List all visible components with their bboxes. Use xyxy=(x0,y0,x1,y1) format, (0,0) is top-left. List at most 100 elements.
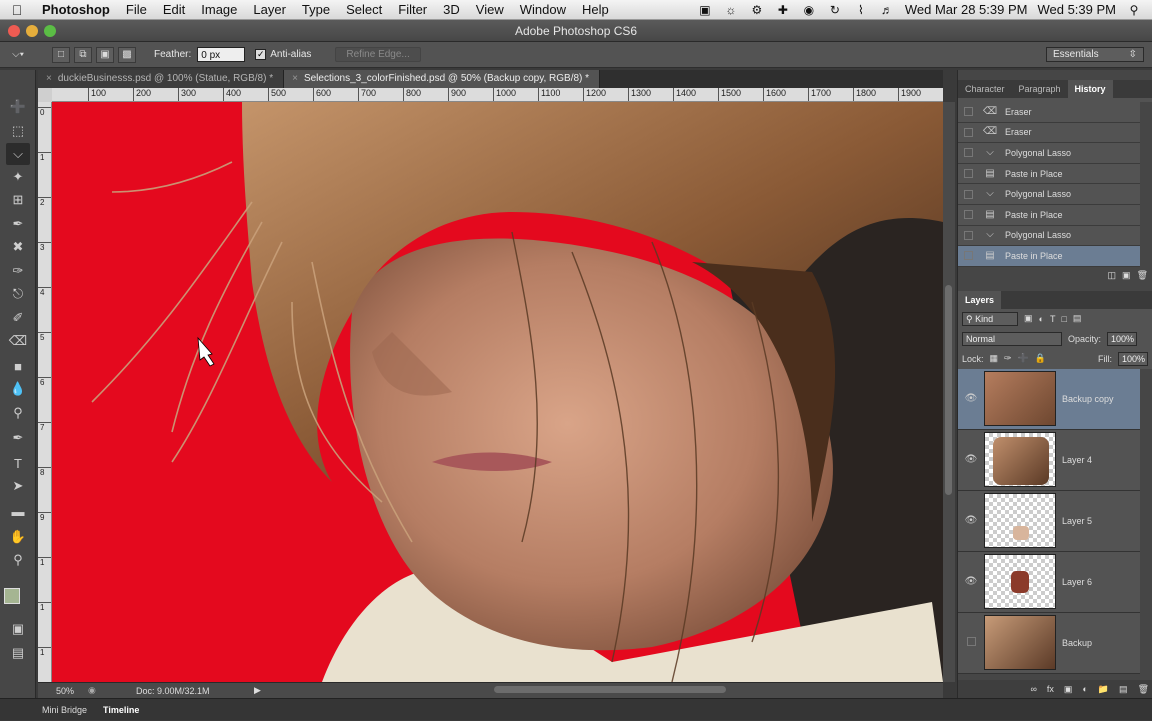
close-window-button[interactable] xyxy=(8,25,20,37)
layer-row[interactable]: 👁 Layer 6 xyxy=(958,551,1140,613)
eye-icon[interactable]: 👁 xyxy=(958,454,984,465)
lock-pixels-icon[interactable]: ✑ xyxy=(1004,353,1012,364)
layer-name[interactable]: Layer 5 xyxy=(1062,516,1092,526)
lock-transparency-icon[interactable]: ▦ xyxy=(990,353,999,364)
ruler-corner[interactable] xyxy=(38,88,52,102)
new-document-from-state-icon[interactable]: ◫ xyxy=(1108,270,1117,281)
history-brush-tool-icon[interactable]: ✐ xyxy=(6,307,30,329)
tab-mini-bridge[interactable]: Mini Bridge xyxy=(34,699,95,721)
vertical-ruler[interactable]: 0 1 2 3 4 5 6 7 8 9 1 1 1 xyxy=(38,102,52,682)
menu-layer[interactable]: Layer xyxy=(245,2,294,17)
gradient-tool-icon[interactable]: ■ xyxy=(6,355,30,377)
doc-tab[interactable]: × duckieBusinesss.psd @ 100% (Statue, RGB… xyxy=(38,70,285,88)
history-step[interactable]: ⌫ Eraser xyxy=(958,102,1140,123)
sync-icon[interactable]: ↻ xyxy=(827,3,843,17)
wifi-icon[interactable]: ⌇ xyxy=(853,3,869,17)
tool-preset-picker-icon[interactable]: ⌵▾ xyxy=(0,49,36,60)
tab-character[interactable]: Character xyxy=(958,80,1012,98)
trash-icon[interactable]: 🗑 xyxy=(1138,684,1149,695)
volume-icon[interactable]: ♬ xyxy=(879,3,895,17)
minimize-window-button[interactable] xyxy=(26,25,38,37)
document-canvas[interactable] xyxy=(52,102,943,682)
quick-mask-icon[interactable]: ▣ xyxy=(6,618,30,640)
polygonal-lasso-tool-icon[interactable]: ⌵ xyxy=(6,143,30,165)
menu-view[interactable]: View xyxy=(468,2,512,17)
layer-row[interactable]: 👁 Layer 4 xyxy=(958,429,1140,491)
history-snapshot-checkbox[interactable] xyxy=(964,127,973,137)
doc-tab-active[interactable]: × Selections_3_colorFinished.psd @ 50% (B… xyxy=(284,70,601,88)
status-info-icon[interactable]: ◉ xyxy=(88,685,102,696)
history-snapshot-checkbox[interactable] xyxy=(964,107,973,117)
history-snapshot-checkbox[interactable] xyxy=(964,148,973,158)
add-mask-icon[interactable]: ▣ xyxy=(1064,684,1073,695)
history-snapshot-checkbox[interactable] xyxy=(964,230,973,240)
adjustment-layer-icon[interactable]: ◐ xyxy=(1082,684,1087,694)
new-group-icon[interactable]: 📁 xyxy=(1098,684,1109,695)
lock-position-icon[interactable]: ➕ xyxy=(1018,353,1029,364)
crop-tool-icon[interactable]: ⊞ xyxy=(6,189,30,211)
close-tab-icon[interactable]: × xyxy=(46,73,52,84)
menu-window[interactable]: Window xyxy=(512,2,574,17)
layer-name[interactable]: Backup copy xyxy=(1062,394,1114,404)
new-selection-icon[interactable]: □ xyxy=(52,46,70,63)
history-step[interactable]: ⌵ Polygonal Lasso xyxy=(958,184,1140,205)
move-tool-icon[interactable]: ➕ xyxy=(6,96,30,118)
zoom-tool-icon[interactable]: ⚲ xyxy=(6,549,30,571)
history-step[interactable]: ▤ Paste in Place xyxy=(958,163,1140,185)
zoom-window-button[interactable] xyxy=(44,25,56,37)
tab-history[interactable]: History xyxy=(1067,80,1113,98)
menu-help[interactable]: Help xyxy=(574,2,617,17)
workspace-select[interactable]: Essentials ⇳ xyxy=(1046,47,1144,62)
eye-icon[interactable]: 👁 xyxy=(958,515,984,526)
screen-icon[interactable]: ▣ xyxy=(697,3,713,17)
layer-name[interactable]: Layer 6 xyxy=(1062,577,1092,587)
close-tab-icon[interactable]: × xyxy=(292,73,298,84)
antialias-checkbox[interactable]: ✓ xyxy=(255,49,267,60)
feather-input[interactable]: 0 px xyxy=(197,47,246,62)
layer-row[interactable]: 👁 Backup copy xyxy=(958,368,1140,430)
status-menu-arrow-icon[interactable]: ▶ xyxy=(254,685,261,696)
layer-row[interactable]: Backup xyxy=(958,612,1140,674)
menu-image[interactable]: Image xyxy=(193,2,245,17)
trash-icon[interactable]: 🗑 xyxy=(1137,270,1148,281)
foreground-color-swatch[interactable] xyxy=(4,588,20,604)
layer-row[interactable]: 👁 Layer 5 xyxy=(958,490,1140,552)
camera-snapshot-icon[interactable]: ▣ xyxy=(1122,270,1131,281)
fill-input[interactable]: 100% xyxy=(1118,351,1148,366)
filter-smart-object-icon[interactable]: ▤ xyxy=(1073,313,1082,324)
history-step[interactable]: ⌫ Eraser xyxy=(958,122,1140,144)
menu-edit[interactable]: Edit xyxy=(155,2,193,17)
menu-select[interactable]: Select xyxy=(338,2,390,17)
filter-pixel-icon[interactable]: ▣ xyxy=(1024,313,1033,324)
eye-icon[interactable]: 👁 xyxy=(958,576,984,587)
add-selection-icon[interactable]: ⧉ xyxy=(74,46,92,63)
menu-filter[interactable]: Filter xyxy=(390,2,435,17)
history-snapshot-checkbox[interactable] xyxy=(964,210,973,220)
tab-layers[interactable]: Layers xyxy=(958,290,1002,309)
brush-tool-icon[interactable]: ✑ xyxy=(6,260,30,282)
marquee-tool-icon[interactable]: ⬚ xyxy=(6,120,30,142)
intersect-selection-icon[interactable]: ▩ xyxy=(118,46,136,63)
menu-app-photoshop[interactable]: Photoshop xyxy=(34,2,118,17)
blur-tool-icon[interactable]: 💧 xyxy=(6,378,30,400)
pen-tool-icon[interactable]: ✒ xyxy=(6,427,30,449)
link-layers-icon[interactable]: ∞ xyxy=(1030,684,1036,694)
history-snapshot-checkbox[interactable] xyxy=(964,169,973,179)
tab-paragraph[interactable]: Paragraph xyxy=(1012,80,1068,98)
spotlight-search-icon[interactable]: ⚲ xyxy=(1126,3,1142,17)
eye-icon[interactable]: 👁 xyxy=(958,393,984,404)
eraser-tool-icon[interactable]: ⌫ xyxy=(6,330,30,352)
zoom-level-field[interactable]: 50% xyxy=(38,686,88,696)
filter-adjustment-icon[interactable]: ◐ xyxy=(1039,314,1044,324)
history-step[interactable]: ▤ Paste in Place xyxy=(958,204,1140,226)
blend-mode-select[interactable]: Normal xyxy=(962,331,1062,346)
horizontal-ruler[interactable]: 100 200 300 400 500 600 700 800 900 1000 1100 1200 1… xyxy=(52,88,943,102)
clone-stamp-tool-icon[interactable]: ⎋ xyxy=(6,283,30,305)
brightness-icon[interactable]: ☼ xyxy=(723,3,739,17)
healing-brush-tool-icon[interactable]: ✖ xyxy=(6,236,30,258)
gear-icon[interactable]: ⚙ xyxy=(749,3,765,17)
new-layer-icon[interactable]: ▤ xyxy=(1119,684,1128,695)
eyedropper-tool-icon[interactable]: ✒ xyxy=(6,213,30,235)
path-selection-tool-icon[interactable]: ➤ xyxy=(6,475,30,497)
fx-icon[interactable]: fx xyxy=(1047,684,1054,694)
